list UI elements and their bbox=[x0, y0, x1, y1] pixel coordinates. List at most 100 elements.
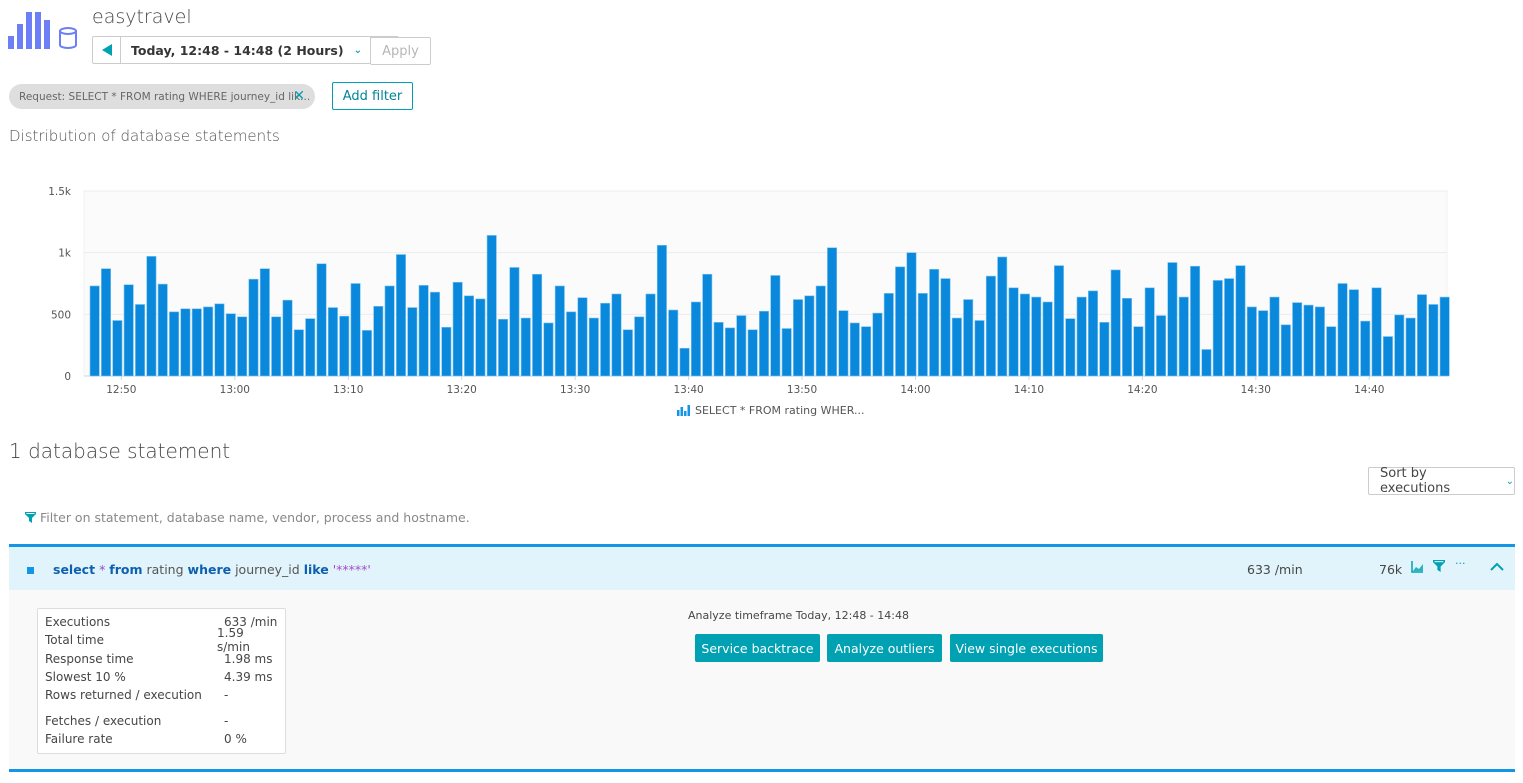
statement-filter-input[interactable]: Filter on statement, database name, vend… bbox=[25, 510, 470, 525]
bar bbox=[1303, 304, 1314, 377]
bar bbox=[475, 298, 486, 377]
stat-value: 1.98 ms bbox=[224, 651, 273, 666]
analyze-outliers-button[interactable]: Analyze outliers bbox=[827, 634, 942, 662]
bar bbox=[849, 322, 860, 377]
bar bbox=[622, 329, 633, 377]
timeframe-dropdown[interactable]: Today, 12:48 - 14:48 (2 Hours) ⌄ bbox=[121, 37, 370, 63]
bar bbox=[985, 275, 996, 377]
bar bbox=[577, 297, 588, 377]
stat-row: Rows returned / execution - bbox=[45, 686, 278, 704]
bar bbox=[1122, 298, 1132, 377]
bar bbox=[1212, 280, 1223, 377]
legend-label: SELECT * FROM rating WHER... bbox=[695, 404, 865, 417]
bar bbox=[509, 267, 520, 377]
x-tick-label: 13:20 bbox=[447, 384, 477, 396]
bar bbox=[225, 313, 236, 377]
more-options-icon[interactable]: ··· bbox=[1455, 557, 1466, 570]
bar bbox=[1133, 326, 1144, 377]
stat-row: Slowest 10 % 4.39 ms bbox=[45, 668, 278, 686]
bar bbox=[1156, 315, 1167, 377]
bar bbox=[1280, 324, 1291, 377]
bar bbox=[770, 275, 781, 377]
bar bbox=[157, 283, 168, 377]
bar bbox=[1053, 265, 1064, 377]
bar bbox=[974, 320, 985, 377]
statement-row[interactable]: select * from rating where journey_id li… bbox=[9, 544, 1515, 590]
add-filter-button[interactable]: Add filter bbox=[332, 82, 413, 110]
statement-text: select * from rating where journey_id li… bbox=[53, 562, 371, 577]
bar bbox=[430, 291, 440, 377]
bar bbox=[1076, 296, 1087, 377]
bar bbox=[248, 278, 259, 377]
stat-row: Failure rate 0 % bbox=[45, 730, 278, 748]
bar bbox=[747, 329, 758, 377]
bar bbox=[452, 281, 463, 377]
x-tick-label: 14:40 bbox=[1354, 384, 1384, 396]
bar bbox=[180, 308, 191, 377]
bar bbox=[1099, 322, 1110, 377]
close-icon[interactable]: ✕ bbox=[293, 88, 305, 104]
view-single-executions-button[interactable]: View single executions bbox=[950, 634, 1103, 662]
stat-value: - bbox=[224, 688, 229, 703]
chevron-down-icon: ⌄ bbox=[353, 44, 362, 56]
bar bbox=[1088, 290, 1098, 377]
bar bbox=[690, 301, 701, 377]
bar bbox=[679, 347, 690, 377]
chart-icon[interactable] bbox=[1411, 560, 1424, 573]
bar bbox=[282, 299, 293, 377]
x-tick-label: 13:10 bbox=[333, 384, 363, 396]
request-filter-chip[interactable]: Request: SELECT * FROM rating WHERE jour… bbox=[9, 84, 315, 109]
bar bbox=[259, 268, 270, 377]
chevron-up-icon[interactable] bbox=[1490, 562, 1504, 571]
bar bbox=[736, 315, 747, 377]
x-tick-label: 14:00 bbox=[900, 384, 930, 396]
bar bbox=[532, 273, 543, 377]
execution-rate: 633 /min bbox=[1247, 562, 1303, 577]
bar bbox=[1246, 306, 1257, 377]
bar bbox=[883, 293, 894, 377]
bar bbox=[191, 308, 202, 377]
sql-table: rating bbox=[146, 562, 184, 577]
sql-keyword: where bbox=[187, 562, 232, 577]
bar bbox=[1269, 296, 1280, 377]
bar bbox=[917, 293, 928, 377]
previous-timeframe-button[interactable] bbox=[93, 37, 121, 63]
bar bbox=[1428, 304, 1439, 377]
chart-legend[interactable]: SELECT * FROM rating WHER... bbox=[677, 404, 864, 417]
bar bbox=[203, 306, 214, 377]
bar bbox=[1201, 349, 1212, 377]
chevron-down-icon: ⌄ bbox=[1505, 475, 1514, 487]
bar bbox=[271, 316, 282, 377]
bar bbox=[418, 285, 429, 377]
bar bbox=[634, 316, 645, 377]
bar bbox=[1326, 326, 1337, 377]
filter-icon[interactable] bbox=[1433, 560, 1445, 572]
bar-chart-icon bbox=[677, 405, 690, 416]
service-backtrace-button[interactable]: Service backtrace bbox=[695, 634, 820, 662]
apply-button[interactable]: Apply bbox=[370, 37, 431, 65]
bar bbox=[350, 283, 361, 377]
bar bbox=[1110, 269, 1121, 377]
sort-dropdown[interactable]: Sort by executions ⌄ bbox=[1368, 466, 1515, 496]
statement-details: Executions 633 /min Total time 1.59 s/min Re… bbox=[9, 590, 1515, 772]
stat-label: Response time bbox=[45, 651, 134, 666]
bar bbox=[781, 328, 792, 377]
bar bbox=[645, 293, 656, 377]
stat-value: 0 % bbox=[224, 731, 247, 746]
stat-label: Rows returned / execution bbox=[45, 688, 202, 703]
bar bbox=[361, 330, 372, 377]
bar bbox=[1348, 289, 1359, 377]
bar bbox=[1178, 296, 1189, 377]
stat-label: Failure rate bbox=[45, 731, 113, 746]
bar bbox=[407, 307, 418, 377]
bar bbox=[384, 285, 395, 377]
bar bbox=[1167, 262, 1178, 377]
x-tick-label: 13:30 bbox=[560, 384, 590, 396]
bar bbox=[1382, 336, 1393, 377]
bar bbox=[1190, 265, 1201, 377]
bar bbox=[656, 244, 667, 377]
timeframe-label: Today, 12:48 - 14:48 (2 Hours) bbox=[131, 42, 344, 58]
bar bbox=[396, 254, 406, 377]
x-tick-label: 13:00 bbox=[220, 384, 250, 396]
bar bbox=[498, 318, 509, 377]
